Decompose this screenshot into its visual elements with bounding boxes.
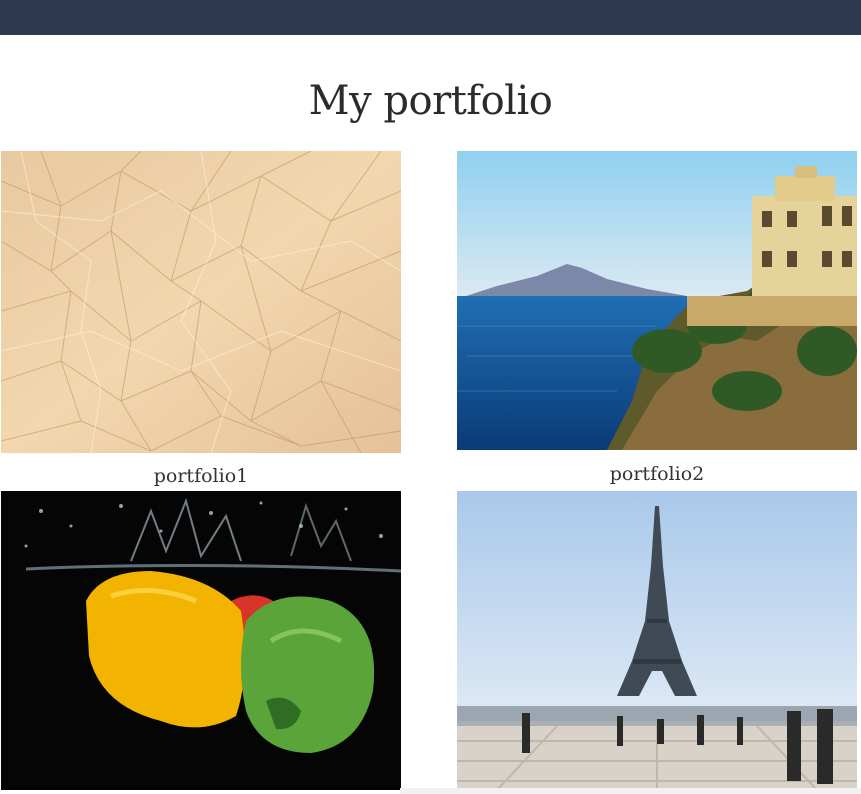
portfolio-item-2-image[interactable] xyxy=(457,151,857,450)
page-title: My portfolio xyxy=(308,78,553,124)
portfolio-item-1-image[interactable] xyxy=(1,151,401,453)
horizontal-scrollbar[interactable] xyxy=(400,788,861,794)
portfolio-item-1-caption[interactable]: portfolio1 xyxy=(1,465,401,487)
portfolio-item-4-image[interactable] xyxy=(457,491,857,790)
portfolio-item-3-image[interactable] xyxy=(1,491,401,790)
portfolio-item-2-caption[interactable]: portfolio2 xyxy=(457,463,857,485)
top-navbar xyxy=(0,0,861,35)
